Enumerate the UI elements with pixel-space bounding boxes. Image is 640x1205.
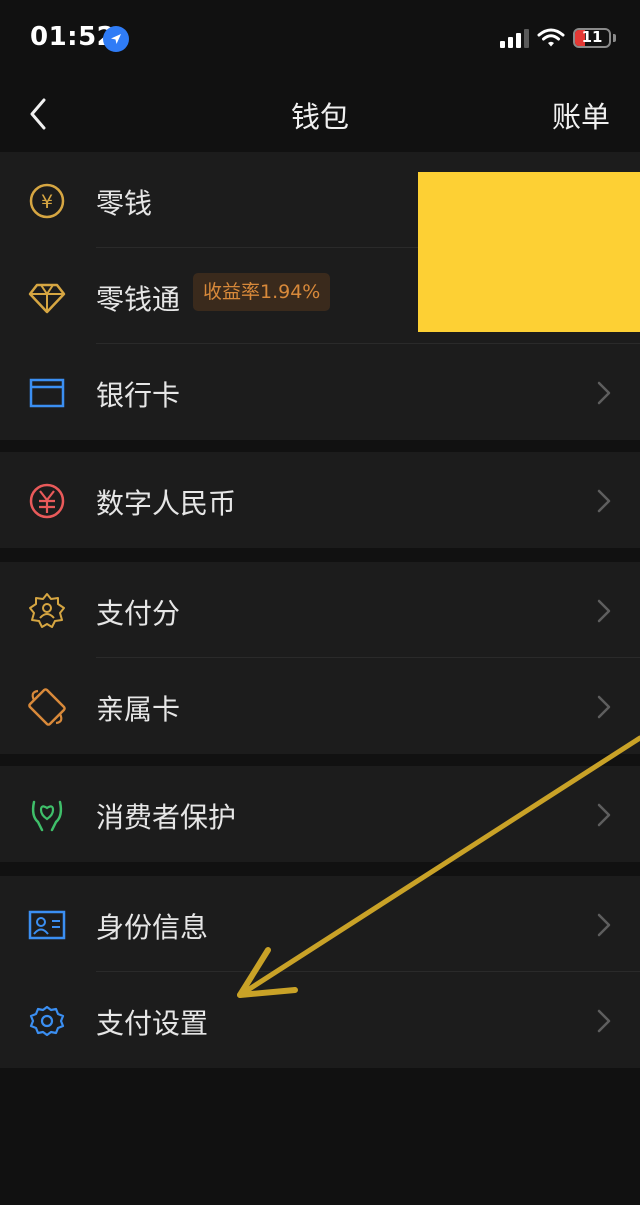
yield-badge: 收益率1.94% — [193, 273, 331, 311]
list-item-label: 消费者保护 — [96, 801, 237, 834]
pay-score-icon — [29, 593, 65, 628]
list-item-consumer-protection[interactable]: 消费者保护 — [0, 766, 640, 862]
list-item-label: 亲属卡 — [96, 693, 181, 726]
id-card-icon — [28, 910, 66, 940]
wallet-group-digital-rmb: 数字人民币 — [0, 452, 640, 548]
nav-bar: 钱包 账单 — [0, 80, 640, 152]
gear-icon — [29, 1005, 65, 1037]
list-item-label: 零钱 — [96, 187, 153, 220]
status-indicators: 11 — [500, 28, 616, 48]
chevron-right-icon — [597, 913, 611, 937]
location-arrow-icon — [103, 26, 129, 52]
list-item-label: 数字人民币 — [96, 487, 237, 520]
page-title: 钱包 — [290, 100, 349, 134]
family-card-icon — [28, 688, 66, 726]
list-item-label: 银行卡 — [96, 379, 181, 412]
wallet-group-settings: 身份信息 支付设置 — [0, 876, 640, 1068]
list-item-payment-settings[interactable]: 支付设置 — [0, 972, 640, 1068]
yuan-coin-icon: ¥ — [29, 183, 65, 219]
status-bar: 01:52 11 — [0, 0, 640, 80]
chevron-right-icon — [597, 599, 611, 623]
redaction-block — [418, 172, 640, 332]
wallet-group-protection: 消费者保护 — [0, 766, 640, 862]
bill-button[interactable]: 账单 — [552, 94, 610, 136]
list-item-digital-rmb[interactable]: 数字人民币 — [0, 452, 640, 548]
list-item-label: 支付分 — [96, 597, 181, 630]
digital-rmb-icon — [29, 483, 65, 519]
chevron-right-icon — [597, 1009, 611, 1033]
list-item-label: 零钱通 — [96, 283, 181, 316]
diamond-icon — [28, 283, 66, 314]
svg-text:¥: ¥ — [41, 191, 53, 213]
list-item-identity-info[interactable]: 身份信息 — [0, 876, 640, 972]
list-item-label: 支付设置 — [96, 1007, 209, 1040]
list-item-family-card[interactable]: 亲属卡 — [0, 658, 640, 754]
chevron-right-icon — [597, 381, 611, 405]
battery-level: 11 — [581, 28, 603, 46]
consumer-protection-icon — [31, 800, 63, 832]
list-item-bank-card[interactable]: 银行卡 — [0, 344, 640, 440]
battery-icon: 11 — [573, 28, 611, 48]
bank-card-icon — [29, 378, 65, 408]
chevron-right-icon — [597, 489, 611, 513]
cellular-signal-icon — [500, 28, 529, 48]
list-item-label: 身份信息 — [96, 911, 209, 944]
wallet-group-services: 支付分 亲属卡 — [0, 562, 640, 754]
wifi-icon — [537, 28, 565, 47]
chevron-right-icon — [597, 803, 611, 827]
list-item-pay-score[interactable]: 支付分 — [0, 562, 640, 658]
chevron-right-icon — [597, 695, 611, 719]
